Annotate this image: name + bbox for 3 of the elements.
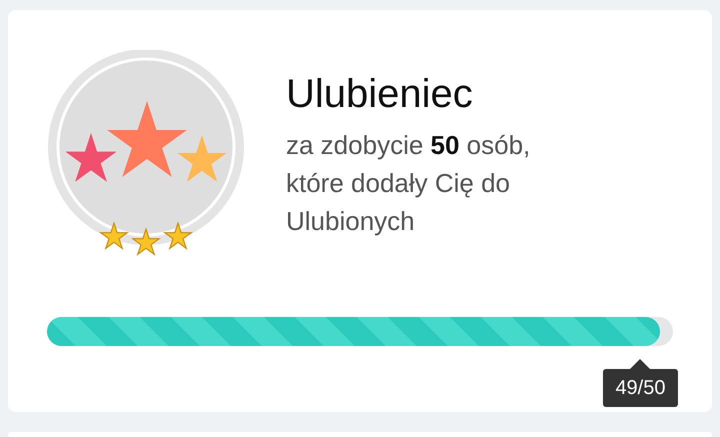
progress-tooltip: 49/50: [603, 369, 678, 407]
achievement-description: za zdobycie 50 osób, które dodały Cię do Ulubionych: [286, 129, 532, 238]
achievement-title: Ulubieniec: [286, 71, 474, 118]
